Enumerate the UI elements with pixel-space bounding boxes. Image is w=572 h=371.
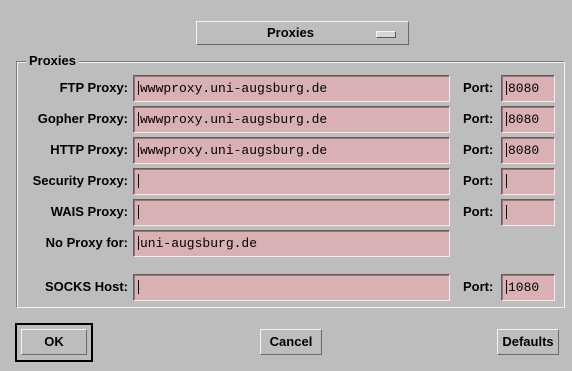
text-cursor — [138, 80, 139, 95]
ftp-proxy-label: FTP Proxy: — [59, 80, 128, 95]
text-cursor — [138, 279, 139, 294]
no-proxy-value: uni-augsburg.de — [140, 236, 258, 251]
wais-proxy-label: WAIS Proxy: — [50, 204, 128, 219]
http-proxy-input[interactable]: wwwproxy.uni-augsburg.de — [133, 137, 450, 164]
wais-port-label: Port: — [463, 204, 494, 219]
proxies-option-menu-label: Proxies — [267, 25, 314, 40]
ftp-port-input[interactable]: 8080 — [501, 75, 555, 102]
socks-port-value: 1080 — [508, 280, 540, 295]
text-cursor — [506, 204, 507, 219]
text-cursor — [138, 204, 139, 219]
no-proxy-input[interactable]: uni-augsburg.de — [133, 230, 450, 257]
security-proxy-input[interactable] — [133, 168, 450, 195]
ok-button[interactable]: OK — [21, 329, 87, 355]
gopher-proxy-input[interactable]: wwwproxy.uni-augsburg.de — [133, 106, 450, 133]
ftp-port-label: Port: — [463, 80, 494, 95]
wais-proxy-input[interactable] — [133, 199, 450, 226]
no-proxy-label: No Proxy for: — [45, 235, 128, 250]
http-port-value: 8080 — [508, 143, 540, 158]
socks-port-label: Port: — [463, 279, 494, 294]
gopher-port-input[interactable]: 8080 — [501, 106, 555, 133]
text-cursor — [506, 279, 507, 294]
cancel-button[interactable]: Cancel — [260, 329, 322, 355]
http-port-label: Port: — [463, 142, 494, 157]
socks-host-input[interactable] — [133, 274, 450, 301]
text-cursor — [506, 111, 507, 126]
text-cursor — [138, 235, 139, 250]
http-proxy-value: wwwproxy.uni-augsburg.de — [140, 143, 328, 158]
wais-port-input[interactable] — [501, 199, 555, 226]
security-port-label: Port: — [463, 173, 494, 188]
text-cursor — [138, 142, 139, 157]
text-cursor — [506, 173, 507, 188]
text-cursor — [506, 80, 507, 95]
proxies-group-title: Proxies — [26, 54, 79, 68]
socks-port-input[interactable]: 1080 — [501, 274, 555, 301]
ftp-port-value: 8080 — [508, 81, 540, 96]
option-menu-indicator-icon — [376, 31, 396, 38]
gopher-proxy-value: wwwproxy.uni-augsburg.de — [140, 112, 328, 127]
gopher-port-label: Port: — [463, 111, 494, 126]
socks-host-label: SOCKS Host: — [44, 279, 128, 294]
http-proxy-label: HTTP Proxy: — [50, 142, 128, 157]
security-proxy-label: Security Proxy: — [32, 173, 128, 188]
http-port-input[interactable]: 8080 — [501, 137, 555, 164]
text-cursor — [506, 142, 507, 157]
ftp-proxy-input[interactable]: wwwproxy.uni-augsburg.de — [133, 75, 450, 102]
text-cursor — [138, 173, 139, 188]
gopher-proxy-label: Gopher Proxy: — [37, 111, 128, 126]
text-cursor — [138, 111, 139, 126]
proxies-option-menu[interactable]: Proxies — [196, 21, 409, 45]
gopher-port-value: 8080 — [508, 112, 540, 127]
defaults-button[interactable]: Defaults — [497, 329, 559, 355]
security-port-input[interactable] — [501, 168, 555, 195]
ftp-proxy-value: wwwproxy.uni-augsburg.de — [140, 81, 328, 96]
